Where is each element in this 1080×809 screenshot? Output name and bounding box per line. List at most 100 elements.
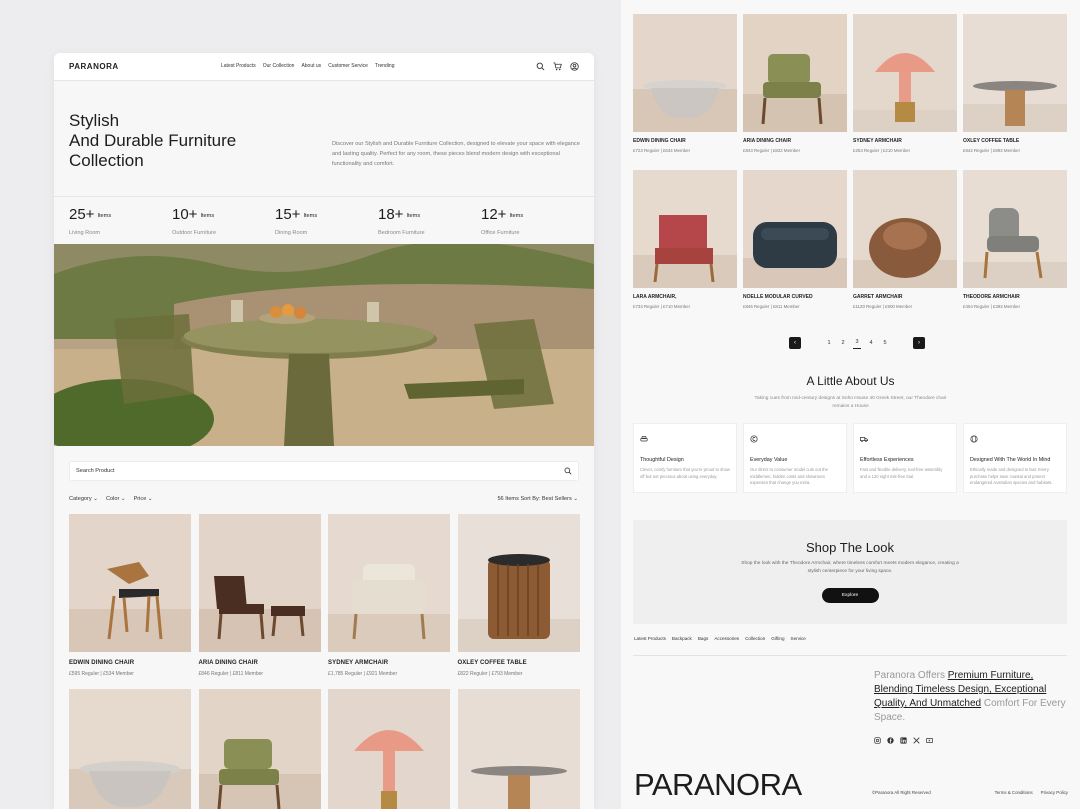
next-page-button[interactable]: › xyxy=(913,336,925,349)
product-image[interactable] xyxy=(853,170,957,288)
explore-button[interactable]: Explore xyxy=(821,588,879,603)
nav-latest-products[interactable]: Latest Products xyxy=(221,63,256,69)
product-image[interactable] xyxy=(69,689,191,809)
feature-card: Effortless Experiences Fast and flexible… xyxy=(853,423,957,493)
search-input[interactable]: Search Product xyxy=(76,468,115,474)
page-2[interactable]: 2 xyxy=(839,337,847,349)
product-card[interactable]: OXLEY COFFEE TABLE £822 Reguler | £793 M… xyxy=(457,514,580,677)
stat-dining-room[interactable]: 15+ Items Dining Room xyxy=(260,197,363,244)
product-name[interactable]: EDWIN DINING CHAIR xyxy=(633,138,737,144)
product-name[interactable]: ARIA DINING CHAIR xyxy=(199,660,321,666)
instagram-icon[interactable] xyxy=(874,737,881,744)
facebook-icon[interactable] xyxy=(887,737,894,744)
cart-icon[interactable] xyxy=(553,62,562,71)
product-image[interactable] xyxy=(198,689,321,809)
sort-dropdown[interactable]: 56 Items Sort By: Best Sellers ⌄ xyxy=(497,496,578,502)
product-card[interactable]: SYDNEY ARMCHAIR £253 Reguler | £210 Memb… xyxy=(853,14,957,153)
product-image[interactable] xyxy=(69,514,191,652)
footer-link[interactable]: Collection xyxy=(745,636,765,641)
footer-link[interactable]: Gifting xyxy=(771,636,784,641)
product-image[interactable] xyxy=(633,14,737,132)
product-name[interactable]: GARRET ARMCHAIR xyxy=(853,294,957,300)
page-1[interactable]: 1 xyxy=(825,337,833,349)
user-icon[interactable] xyxy=(570,62,579,71)
page-3-current[interactable]: 3 xyxy=(853,336,861,349)
product-name[interactable]: SYDNEY ARMCHAIR xyxy=(328,660,450,666)
filter-price[interactable]: Price ⌄ xyxy=(134,496,153,502)
product-name[interactable]: OXLEY COFFEE TABLE xyxy=(458,660,580,666)
stat-office-furniture[interactable]: 12+ Items Office Furniture xyxy=(466,197,569,244)
footer-link[interactable]: Latest Products xyxy=(634,636,666,641)
linkedin-icon[interactable] xyxy=(900,737,907,744)
product-card[interactable]: EDWIN DINING CHAIR £595 Reguler | £534 M… xyxy=(69,514,191,677)
product-card[interactable] xyxy=(69,689,191,809)
x-twitter-icon[interactable] xyxy=(913,737,920,744)
landing-page-right: EDWIN DINING CHAIR £723 Reguler | £634 M… xyxy=(621,0,1080,809)
product-name[interactable]: THEODORE ARMCHAIR xyxy=(963,294,1067,300)
terms-link[interactable]: Terms & Conditions xyxy=(995,790,1033,795)
chevron-down-icon: ⌄ xyxy=(93,496,98,502)
product-image[interactable] xyxy=(853,14,957,132)
product-price: £1120 Reguler | £900 Member xyxy=(853,304,913,309)
feature-card: Designed With The World In Mind Ethicall… xyxy=(963,423,1067,493)
product-name[interactable]: ARIA DINING CHAIR xyxy=(743,138,847,144)
product-card[interactable] xyxy=(457,689,580,809)
product-grid-page: EDWIN DINING CHAIR £723 Reguler | £634 M… xyxy=(633,14,1067,309)
product-image[interactable] xyxy=(198,514,321,652)
product-card[interactable]: GARRET ARMCHAIR £1120 Reguler | £900 Mem… xyxy=(853,170,957,309)
chevron-down-icon: ⌄ xyxy=(120,496,126,502)
product-name[interactable]: EDWIN DINING CHAIR xyxy=(69,660,191,666)
product-card[interactable]: OXLEY COFFEE TABLE £942 Reguler | £893 M… xyxy=(963,14,1067,153)
product-card[interactable] xyxy=(328,689,450,809)
footer-link[interactable]: Bags xyxy=(698,636,708,641)
product-card[interactable]: EDWIN DINING CHAIR £723 Reguler | £634 M… xyxy=(633,14,737,153)
product-image[interactable] xyxy=(633,170,737,288)
product-image[interactable] xyxy=(328,689,450,809)
product-card[interactable]: LARA ARMCHAIR, £734 Reguler | £710 Membe… xyxy=(633,170,737,309)
page-4[interactable]: 4 xyxy=(867,337,875,349)
product-name[interactable]: NOELLE MODULAR CURVED xyxy=(743,294,847,300)
stat-bedroom-furniture[interactable]: 18+ Items Bedroom Furniture xyxy=(363,197,466,244)
footer-link[interactable]: Accessories xyxy=(714,636,739,641)
search-bar[interactable]: Search Product xyxy=(69,461,579,481)
nav-customer-service[interactable]: Customer Service xyxy=(328,63,368,69)
nav-menu: Latest Products Our Collection About us … xyxy=(221,63,394,69)
stat-living-room[interactable]: 25+ Items Living Room xyxy=(54,197,157,244)
search-icon[interactable] xyxy=(536,62,545,71)
product-name[interactable]: OXLEY COFFEE TABLE xyxy=(963,138,1067,144)
product-image[interactable] xyxy=(457,514,580,652)
product-image[interactable] xyxy=(743,170,847,288)
product-image[interactable] xyxy=(457,689,580,809)
search-icon[interactable] xyxy=(564,467,572,475)
product-image[interactable] xyxy=(743,14,847,132)
feature-card: Thoughtful Design Clever, comfy furnitur… xyxy=(633,423,737,493)
footer-link[interactable]: Backpack xyxy=(672,636,692,641)
footer-links: Latest Products Backpack Bags Accessorie… xyxy=(634,636,806,641)
product-name[interactable]: LARA ARMCHAIR, xyxy=(633,294,737,300)
filter-category[interactable]: Category ⌄ xyxy=(69,496,98,502)
product-image[interactable] xyxy=(963,14,1067,132)
page-5[interactable]: 5 xyxy=(881,337,889,349)
logo[interactable]: PARANORA xyxy=(69,62,119,71)
product-card[interactable]: ARIA DINING CHAIR £846 Reguler | £811 Me… xyxy=(198,514,321,677)
product-card[interactable] xyxy=(198,689,321,809)
product-card[interactable]: ARIA DINING CHAIR £843 Reguler | £822 Me… xyxy=(743,14,847,153)
product-image[interactable] xyxy=(963,170,1067,288)
product-name[interactable]: SYDNEY ARMCHAIR xyxy=(853,138,957,144)
landing-page-left: PARANORA Latest Products Our Collection … xyxy=(54,53,594,809)
product-card[interactable]: SYDNEY ARMCHAIR £1,785 Reguler | £921 Me… xyxy=(328,514,450,677)
privacy-link[interactable]: Privacy Policy xyxy=(1041,790,1068,795)
product-card[interactable]: THEODORE ARMCHAIR £404 Reguler | £393 Me… xyxy=(963,170,1067,309)
footer-link[interactable]: Service xyxy=(791,636,806,641)
product-image[interactable] xyxy=(328,514,450,652)
nav-about-us[interactable]: About us xyxy=(301,63,321,69)
filter-color[interactable]: Color ⌄ xyxy=(106,496,126,502)
product-price: £253 Reguler | £210 Member xyxy=(853,148,911,153)
truck-icon xyxy=(860,437,868,443)
prev-page-button[interactable]: ‹ xyxy=(789,336,801,349)
nav-our-collection[interactable]: Our Collection xyxy=(263,63,295,69)
stat-outdoor-furniture[interactable]: 10+ Items Outdoor Furniture xyxy=(157,197,260,244)
nav-trending[interactable]: Trending xyxy=(375,63,395,69)
youtube-icon[interactable] xyxy=(926,737,933,744)
product-card[interactable]: NOELLE MODULAR CURVED £846 Reguler | £81… xyxy=(743,170,847,309)
